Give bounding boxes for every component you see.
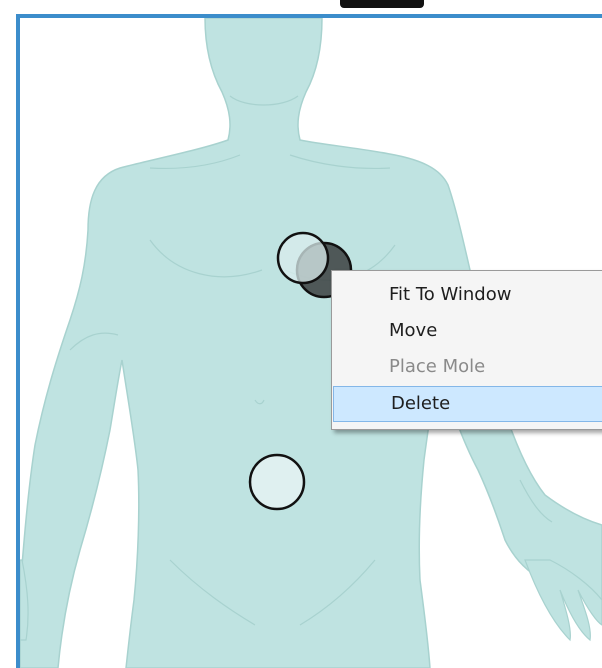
mole-abdomen[interactable] [248,453,306,511]
menu-item-delete[interactable]: Delete [333,386,602,422]
menu-item-place-mole: Place Mole [389,356,486,377]
app-screen: Fit To Window Move Place Mole Delete [0,0,602,668]
mole-chest-selected[interactable] [276,231,330,285]
menu-item-move[interactable]: Move [332,314,602,350]
menu-item-fit-to-window[interactable]: Fit To Window [332,278,602,314]
context-menu: Fit To Window Move Place Mole Delete [331,270,602,430]
